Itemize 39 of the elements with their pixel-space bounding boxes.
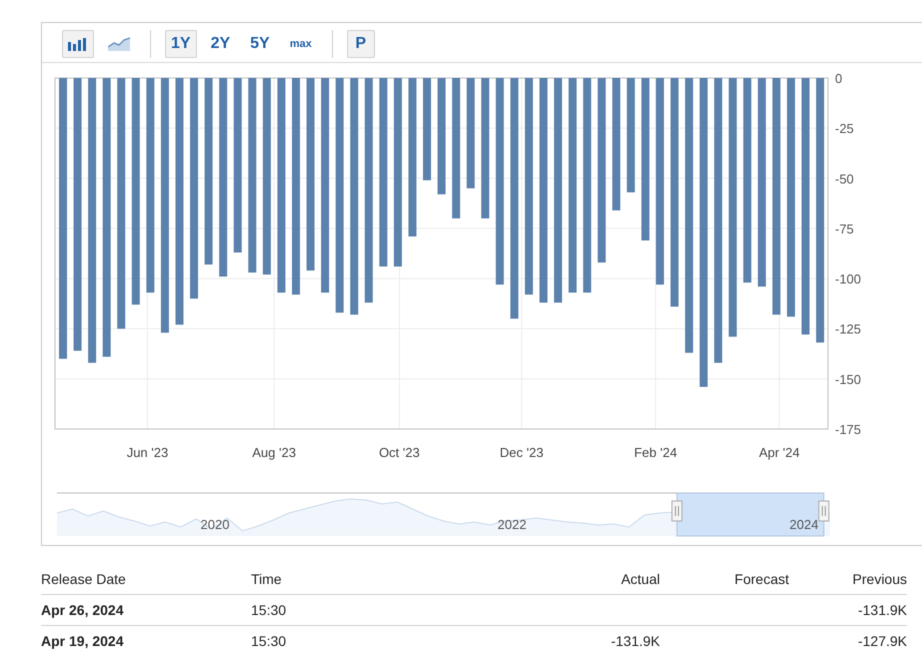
table-cell-text: Apr 19, 2024 [41, 633, 124, 649]
x-axis-label: Feb '24 [634, 445, 678, 460]
column-header: Time [251, 571, 283, 587]
range-handle[interactable] [818, 500, 830, 522]
range-handle[interactable] [671, 500, 682, 522]
navigator-year-label: 2022 [498, 517, 526, 532]
x-axis-label: Apr '24 [758, 445, 800, 460]
range-button[interactable]: 1Y [165, 30, 197, 58]
y-axis-label: -125 [835, 322, 862, 337]
range-button[interactable]: 5Y [244, 30, 276, 58]
y-axis-label: -75 [835, 221, 854, 236]
y-axis-label: -150 [835, 372, 862, 387]
area-chart-icon [108, 37, 130, 51]
table-cell-text: 15:30 [251, 633, 288, 649]
x-axis-label: Dec '23 [500, 445, 544, 460]
x-axis-label: Aug '23 [252, 445, 296, 460]
y-axis-label: -175 [835, 422, 862, 437]
x-axis-label: Jun '23 [126, 445, 168, 460]
table-cell-text: 15:30 [251, 602, 288, 618]
y-axis-label: 0 [835, 71, 842, 86]
column-header: Forecast [734, 571, 789, 587]
chart-type-button[interactable] [62, 30, 94, 58]
y-axis-label: -100 [835, 272, 862, 287]
bar-chart-icon [68, 37, 88, 51]
column-header: Release Date [41, 571, 127, 587]
range-button[interactable]: max [284, 30, 318, 58]
column-header: Actual [620, 571, 660, 587]
range-button[interactable]: 2Y [204, 30, 236, 58]
table-cell-text: Apr 26, 2024 [41, 602, 124, 618]
table-cell-text: -131.9K [610, 633, 660, 649]
table-cell-text: -127.9K [856, 633, 907, 649]
x-axis-label: Oct '23 [378, 445, 420, 460]
toolbar-button[interactable]: P [346, 30, 375, 58]
column-header: Previous [852, 571, 907, 587]
y-axis-label: -50 [835, 171, 854, 186]
navigator-year-label: 2020 [200, 517, 230, 532]
table-cell-text: -131.9K [856, 602, 907, 618]
y-axis-label: -25 [835, 121, 854, 136]
navigator-year-label: 2024 [790, 517, 818, 532]
